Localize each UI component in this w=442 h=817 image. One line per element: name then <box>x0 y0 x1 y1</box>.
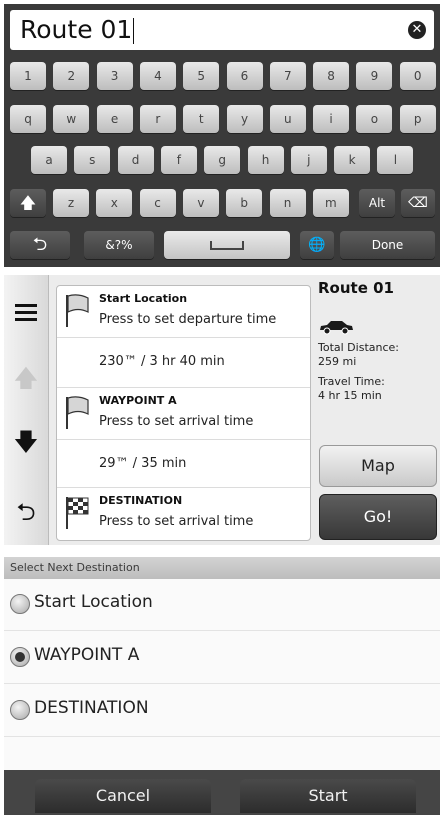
up-arrow-icon[interactable]: 🡅 <box>11 363 41 393</box>
route-stop-list: Start Location Press to set departure ti… <box>56 285 311 541</box>
option-waypoint-a[interactable]: WAYPOINT A <box>4 632 440 684</box>
key-z[interactable]: z <box>53 189 89 217</box>
option-label: WAYPOINT A <box>34 645 140 665</box>
menu-icon[interactable] <box>11 297 41 327</box>
key-y[interactable]: y <box>226 105 263 133</box>
alt-key[interactable]: Alt <box>359 189 395 217</box>
back-arrow-icon[interactable]: ⮌ <box>11 497 41 527</box>
route-name: Route 01 <box>318 279 394 297</box>
car-icon <box>320 321 353 335</box>
cancel-button[interactable]: Cancel <box>35 779 211 813</box>
route-leg: 230™ / 3 hr 40 min <box>57 338 310 388</box>
key-t[interactable]: t <box>183 105 220 133</box>
route-stop-waypoint[interactable]: WAYPOINT A Press to set arrival time <box>57 388 310 440</box>
stop-subtitle: Press to set arrival time <box>99 414 254 429</box>
stop-title: DESTINATION <box>99 494 183 507</box>
key-k[interactable]: k <box>334 146 371 174</box>
search-input-value: Route 01 <box>20 15 133 44</box>
key-9[interactable]: 9 <box>356 62 393 90</box>
key-d[interactable]: d <box>117 146 154 174</box>
key-r[interactable]: r <box>139 105 176 133</box>
bottom-bar: Cancel Start <box>4 770 440 815</box>
key-5[interactable]: 5 <box>183 62 220 90</box>
stop-title: WAYPOINT A <box>99 394 177 407</box>
checkered-flag-icon <box>66 497 89 529</box>
key-s[interactable]: s <box>74 146 111 174</box>
key-2[interactable]: 2 <box>53 62 90 90</box>
route-stop-start[interactable]: Start Location Press to set departure ti… <box>57 286 310 338</box>
shift-arrow-icon[interactable]: 🡅 <box>10 189 46 217</box>
key-0[interactable]: 0 <box>399 62 436 90</box>
key-h[interactable]: h <box>247 146 284 174</box>
search-input[interactable]: Route 01 ✕ <box>10 10 434 50</box>
radio-button[interactable] <box>10 647 30 667</box>
select-destination-panel: Select Next Destination Start Location W… <box>4 557 440 815</box>
key-q[interactable]: q <box>10 105 46 133</box>
key-7[interactable]: 7 <box>269 62 306 90</box>
travel-time-value: 4 hr 15 min <box>318 389 382 402</box>
key-c[interactable]: c <box>139 189 176 217</box>
key-n[interactable]: n <box>269 189 306 217</box>
key-e[interactable]: e <box>96 105 133 133</box>
option-start-location[interactable]: Start Location <box>4 579 440 631</box>
key-p[interactable]: p <box>399 105 436 133</box>
go-button[interactable]: Go! <box>319 494 437 540</box>
map-button[interactable]: Map <box>319 445 437 487</box>
key-v[interactable]: v <box>182 189 219 217</box>
text-cursor <box>133 18 135 44</box>
key-j[interactable]: j <box>290 146 327 174</box>
back-arrow-icon[interactable]: ⮌ <box>10 231 70 259</box>
flag-icon <box>66 294 89 327</box>
option-label: Start Location <box>34 592 153 612</box>
backspace-icon[interactable]: ⌫ <box>401 189 435 217</box>
key-4[interactable]: 4 <box>139 62 176 90</box>
panel-header: Select Next Destination <box>4 557 440 579</box>
flag-icon <box>66 396 89 429</box>
option-destination[interactable]: DESTINATION <box>4 685 440 737</box>
route-leg: 29™ / 35 min <box>57 440 310 488</box>
stop-subtitle: Press to set arrival time <box>99 514 254 529</box>
stop-title: Start Location <box>99 292 188 305</box>
leg-info: 230™ / 3 hr 40 min <box>99 354 225 369</box>
option-label: DESTINATION <box>34 698 149 718</box>
key-x[interactable]: x <box>96 189 133 217</box>
key-g[interactable]: g <box>204 146 241 174</box>
route-stop-destination[interactable]: DESTINATION Press to set arrival time <box>57 488 310 540</box>
leg-info: 29™ / 35 min <box>99 456 187 471</box>
key-f[interactable]: f <box>160 146 197 174</box>
radio-button[interactable] <box>10 700 30 720</box>
close-icon[interactable]: ✕ <box>408 21 426 39</box>
total-distance-label: Total Distance: <box>318 341 399 354</box>
key-i[interactable]: i <box>313 105 350 133</box>
route-panel: 🡅 🡇 ⮌ Start Location Press to set depart… <box>4 275 440 545</box>
key-8[interactable]: 8 <box>313 62 350 90</box>
globe-icon[interactable]: 🌐 <box>300 231 334 259</box>
key-w[interactable]: w <box>53 105 90 133</box>
key-a[interactable]: a <box>31 146 67 174</box>
key-m[interactable]: m <box>312 189 349 217</box>
total-distance-value: 259 mi <box>318 355 357 368</box>
side-toolbar: 🡅 🡇 ⮌ <box>4 275 49 545</box>
keyboard-panel: Route 01 ✕ 1234567890 qwertyuiop asdfghjkl… <box>4 4 440 267</box>
done-button[interactable]: Done <box>340 231 435 259</box>
travel-time-label: Travel Time: <box>318 375 385 388</box>
key-b[interactable]: b <box>226 189 263 217</box>
space-icon[interactable] <box>164 231 290 259</box>
symbols-key[interactable]: &?% <box>84 231 154 259</box>
start-button[interactable]: Start <box>240 779 416 813</box>
stop-subtitle: Press to set departure time <box>99 312 277 327</box>
key-o[interactable]: o <box>356 105 393 133</box>
key-6[interactable]: 6 <box>226 62 263 90</box>
down-arrow-icon[interactable]: 🡇 <box>11 427 41 457</box>
key-3[interactable]: 3 <box>96 62 133 90</box>
radio-button[interactable] <box>10 594 30 614</box>
key-1[interactable]: 1 <box>10 62 46 90</box>
key-u[interactable]: u <box>269 105 306 133</box>
key-l[interactable]: l <box>377 146 414 174</box>
